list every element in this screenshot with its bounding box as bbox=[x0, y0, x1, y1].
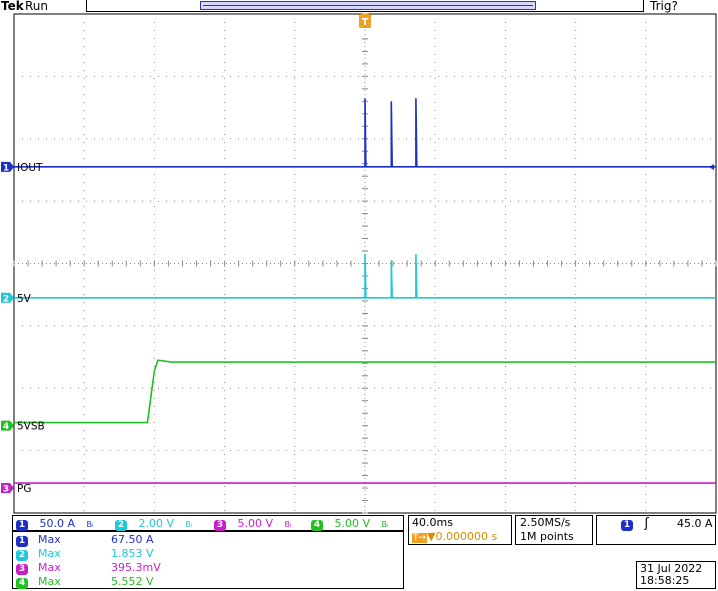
channel-label: PG bbox=[17, 483, 31, 495]
channel-number: 1 bbox=[3, 163, 9, 173]
ch4-scale[interactable]: 4 5.00 V Bₗ bbox=[311, 516, 388, 532]
channel-label: 5V bbox=[17, 293, 32, 305]
trigger-marker-letter: T bbox=[362, 17, 369, 28]
trigger-delay-icon: T→ bbox=[412, 533, 428, 543]
channel-scale-bar: 1 50.0 A Bₗ 2 2.00 V Bₗ 3 5.00 V Bₗ 4 5.… bbox=[12, 515, 404, 531]
measurement-row[interactable]: 2 Max 1.853 V bbox=[16, 547, 154, 561]
measurement-row[interactable]: 1 Max 67.50 A bbox=[16, 533, 154, 547]
channel-label: IOUT bbox=[17, 162, 43, 174]
channel-3-marker[interactable]: 3 PG bbox=[1, 483, 31, 495]
date-time-readout: 31 Jul 2022 18:58:25 bbox=[636, 561, 716, 589]
channel-number: 4 bbox=[3, 422, 9, 432]
record-length: 1M points bbox=[520, 530, 574, 543]
ch2-scale[interactable]: 2 2.00 V Bₗ bbox=[115, 516, 192, 532]
trigger-level: 45.0 A bbox=[677, 517, 713, 530]
channel-2-marker[interactable]: 2 5V bbox=[1, 292, 32, 305]
time-per-div: 40.0ms bbox=[412, 516, 453, 529]
trigger-readout[interactable]: 1 ʃ 45.0 A bbox=[596, 515, 716, 545]
channel-4-marker[interactable]: 4 5VSB bbox=[1, 420, 45, 433]
channel-1-marker[interactable]: 1 IOUT bbox=[1, 161, 43, 174]
measurement-panel: 1 Max 67.50 A 2 Max 1.853 V 3 Max 395.3m… bbox=[12, 531, 404, 589]
measurement-row[interactable]: 3 Max 395.3mV bbox=[16, 561, 161, 575]
timebase-readout[interactable]: 40.0ms T→▼0.000000 s bbox=[408, 515, 512, 545]
waveform-display: 1 IOUT 2 5V 4 5VSB 3 PG T bbox=[1, 13, 717, 514]
channel-number: 3 bbox=[3, 485, 9, 495]
rising-edge-icon: ʃ bbox=[644, 516, 649, 531]
time: 18:58:25 bbox=[640, 574, 690, 587]
trigger-settings: 1 ʃ 45.0 A bbox=[621, 516, 713, 532]
channel-number: 2 bbox=[3, 294, 9, 304]
ch1-scale[interactable]: 1 50.0 A Bₗ bbox=[16, 516, 93, 532]
trigger-source: 1 bbox=[621, 520, 633, 531]
horizontal-delay: T→▼0.000000 s bbox=[412, 530, 498, 543]
trigger-position-marker[interactable]: T bbox=[359, 14, 371, 28]
ch3-scale[interactable]: 3 5.00 V Bₗ bbox=[214, 516, 291, 532]
measurement-row[interactable]: 4 Max 5.552 V bbox=[16, 575, 154, 589]
acquisition-readout[interactable]: 2.50MS/s 1M points bbox=[515, 515, 593, 545]
sample-rate: 2.50MS/s bbox=[520, 516, 571, 529]
channel-label: 5VSB bbox=[17, 421, 45, 433]
